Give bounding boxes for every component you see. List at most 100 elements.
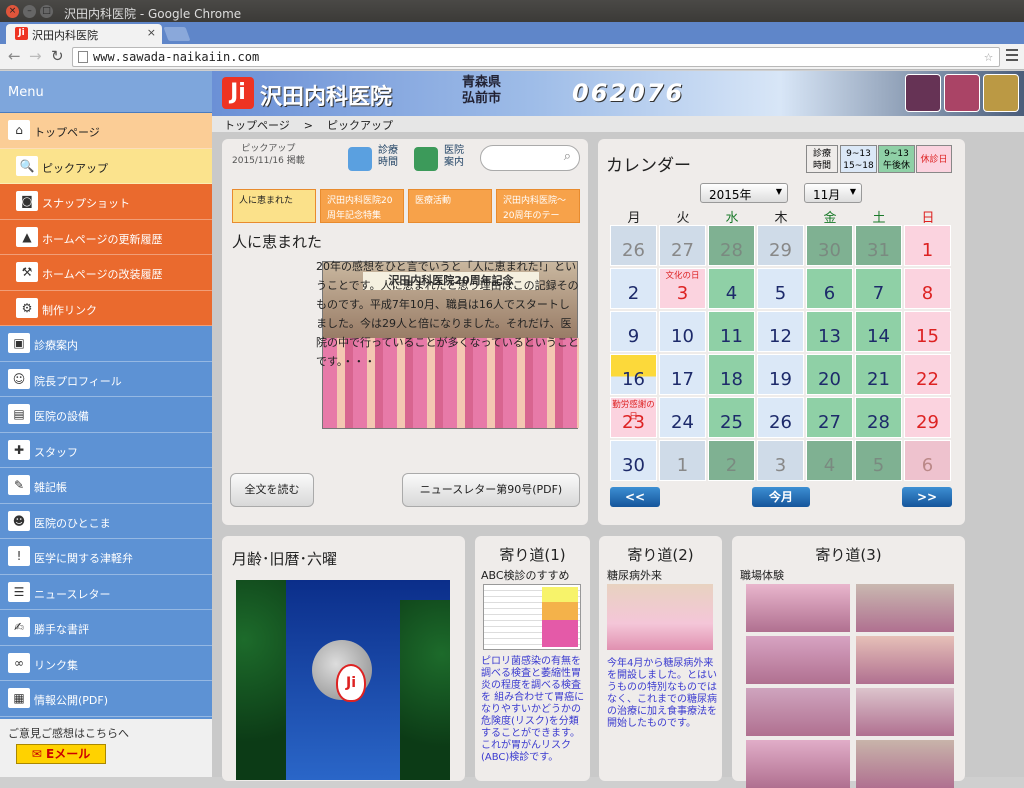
calendar-day[interactable]: 12 <box>757 311 804 352</box>
prev-month-button[interactable]: << <box>610 487 660 507</box>
search-icon[interactable]: ⌕ <box>564 149 571 164</box>
calendar-day[interactable]: 20 <box>806 354 853 395</box>
work-experience-photo[interactable] <box>746 688 850 736</box>
year-select[interactable]: 2015年 ▼ <box>700 183 788 203</box>
calendar-day[interactable]: 4 <box>806 440 853 481</box>
sidebar-item-9[interactable]: ✚ スタッフ <box>0 433 212 468</box>
work-experience-photo[interactable] <box>856 740 954 788</box>
back-arrow-icon[interactable]: ← <box>8 47 21 65</box>
calendar-day[interactable]: 18 <box>708 354 755 395</box>
pickup-tab-2[interactable]: 医療活動 <box>408 189 492 223</box>
calendar-day[interactable]: 1 <box>904 225 951 266</box>
sidebar-item-15[interactable]: ∞ リンク集 <box>0 646 212 681</box>
work-experience-photo[interactable] <box>746 636 850 684</box>
calendar-day[interactable]: 13 <box>806 311 853 352</box>
sidebar-item-6[interactable]: ▣ 診療案内 <box>0 326 212 362</box>
sidebar-item-3[interactable]: ▲ ホームページの更新履歴 <box>0 219 212 255</box>
calendar-day[interactable]: 6 <box>904 440 951 481</box>
calendar-day[interactable]: 17 <box>659 354 706 395</box>
window-maximize-icon[interactable]: □ <box>40 5 53 18</box>
hours-button[interactable]: 診療 時間 <box>348 145 398 173</box>
window-close-icon[interactable]: × <box>6 5 19 18</box>
sidebar-item-4[interactable]: ⚒ ホームページの改装履歴 <box>0 255 212 291</box>
calendar-day[interactable]: 5 <box>757 268 804 309</box>
calendar-day[interactable]: 27 <box>806 397 853 438</box>
calendar-day[interactable]: 2 <box>708 440 755 481</box>
work-experience-photo[interactable] <box>746 584 850 632</box>
calendar-day[interactable]: 10 <box>659 311 706 352</box>
calendar-day[interactable]: 29 <box>904 397 951 438</box>
calendar-day[interactable]: 6 <box>806 268 853 309</box>
banner-thumbnail[interactable] <box>944 74 980 112</box>
calendar-day[interactable]: 勤労感謝の日 23 <box>610 397 657 438</box>
calendar-day[interactable]: 14 <box>855 311 902 352</box>
sidebar-item-16[interactable]: ▦ 情報公開(PDF) <box>0 681 212 717</box>
calendar-day[interactable]: 文化の日 3 <box>659 268 706 309</box>
work-experience-photo[interactable] <box>856 636 954 684</box>
calendar-day[interactable]: 31 <box>855 225 902 266</box>
calendar-day[interactable]: 28 <box>855 397 902 438</box>
pickup-tab-1[interactable]: 沢田内科医院20周年記念特集 <box>320 189 404 223</box>
sidebar-item-7[interactable]: ☺ 院長プロフィール <box>0 362 212 397</box>
pickup-tab-0[interactable]: 人に恵まれた <box>232 189 316 223</box>
calendar-day[interactable]: 8 <box>904 268 951 309</box>
sidebar-item-13[interactable]: ☰ ニュースレター <box>0 575 212 610</box>
calendar-day[interactable]: 1 <box>659 440 706 481</box>
sidebar-item-1[interactable]: 🔍 ピックアップ <box>0 148 212 184</box>
sidebar-item-14[interactable]: ✍ 勝手な書評 <box>0 610 212 646</box>
browser-tab[interactable]: Ji 沢田内科医院 × <box>6 24 162 44</box>
tab-close-icon[interactable]: × <box>147 26 156 39</box>
calendar-day[interactable]: 30 <box>806 225 853 266</box>
banner-thumbnail[interactable] <box>983 74 1019 112</box>
calendar-day[interactable]: 16 <box>610 354 657 395</box>
calendar-day[interactable]: 25 <box>708 397 755 438</box>
next-month-button[interactable]: >> <box>902 487 952 507</box>
window-minimize-icon[interactable]: – <box>23 5 36 18</box>
calendar-day[interactable]: 28 <box>708 225 755 266</box>
newsletter-pdf-button[interactable]: ニュースレター第90号(PDF) <box>402 473 580 507</box>
calendar-day[interactable]: 27 <box>659 225 706 266</box>
month-select[interactable]: 11月 ▼ <box>804 183 862 203</box>
sidebar-item-5[interactable]: ⚙ 制作リンク <box>0 290 212 326</box>
new-tab-button[interactable] <box>163 27 191 41</box>
sidebar-item-10[interactable]: ✎ 雑記帳 <box>0 468 212 504</box>
reload-icon[interactable]: ↻ <box>51 47 64 65</box>
work-experience-photo[interactable] <box>856 688 954 736</box>
email-button[interactable]: ✉ Eメール <box>16 744 106 764</box>
read-more-button[interactable]: 全文を読む <box>230 473 314 507</box>
sidebar-item-8[interactable]: ▤ 医院の設備 <box>0 397 212 433</box>
work-experience-photo[interactable] <box>746 740 850 788</box>
clinic-guide-button[interactable]: 医院 案内 <box>414 145 464 173</box>
calendar-day[interactable]: 22 <box>904 354 951 395</box>
clinic-logo[interactable]: Ji <box>222 77 254 109</box>
calendar-day[interactable]: 11 <box>708 311 755 352</box>
bookmark-star-icon[interactable]: ☆ <box>984 47 993 65</box>
sidebar-item-2[interactable]: ◙ スナップショット <box>0 184 212 220</box>
calendar-day[interactable]: 21 <box>855 354 902 395</box>
calendar-day[interactable]: 24 <box>659 397 706 438</box>
pickup-tab-3[interactable]: 沢田内科医院～20周年のテー <box>496 189 580 223</box>
sidebar-item-11[interactable]: ☻ 医院のひとこま <box>0 504 212 539</box>
calendar-day[interactable]: 19 <box>757 354 804 395</box>
work-experience-photo[interactable] <box>856 584 954 632</box>
calendar-day[interactable]: 15 <box>904 311 951 352</box>
calendar-day[interactable]: 3 <box>757 440 804 481</box>
calendar-day[interactable]: 7 <box>855 268 902 309</box>
calendar-day[interactable]: 26 <box>757 397 804 438</box>
calendar-day[interactable]: 9 <box>610 311 657 352</box>
current-month-button[interactable]: 今月 <box>752 487 810 507</box>
chrome-menu-icon[interactable] <box>1006 49 1018 64</box>
breadcrumb-home[interactable]: トップページ <box>224 119 290 132</box>
sidebar-item-12[interactable]: ! 医学に関する津軽弁 <box>0 539 212 575</box>
sidebar-item-0[interactable]: ⌂ トップページ <box>0 113 212 149</box>
calendar-day[interactable]: 29 <box>757 225 804 266</box>
forward-arrow-icon[interactable]: → <box>29 47 42 65</box>
calendar-day[interactable]: 30 <box>610 440 657 481</box>
banner-thumbnail[interactable] <box>905 74 941 112</box>
calendar-day[interactable]: 4 <box>708 268 755 309</box>
calendar-day[interactable]: 26 <box>610 225 657 266</box>
search-input[interactable]: ⌕ <box>480 145 580 171</box>
address-bar[interactable]: www.sawada-naikaiin.com ☆ <box>72 47 1000 67</box>
calendar-day[interactable]: 5 <box>855 440 902 481</box>
calendar-day[interactable]: 2 <box>610 268 657 309</box>
